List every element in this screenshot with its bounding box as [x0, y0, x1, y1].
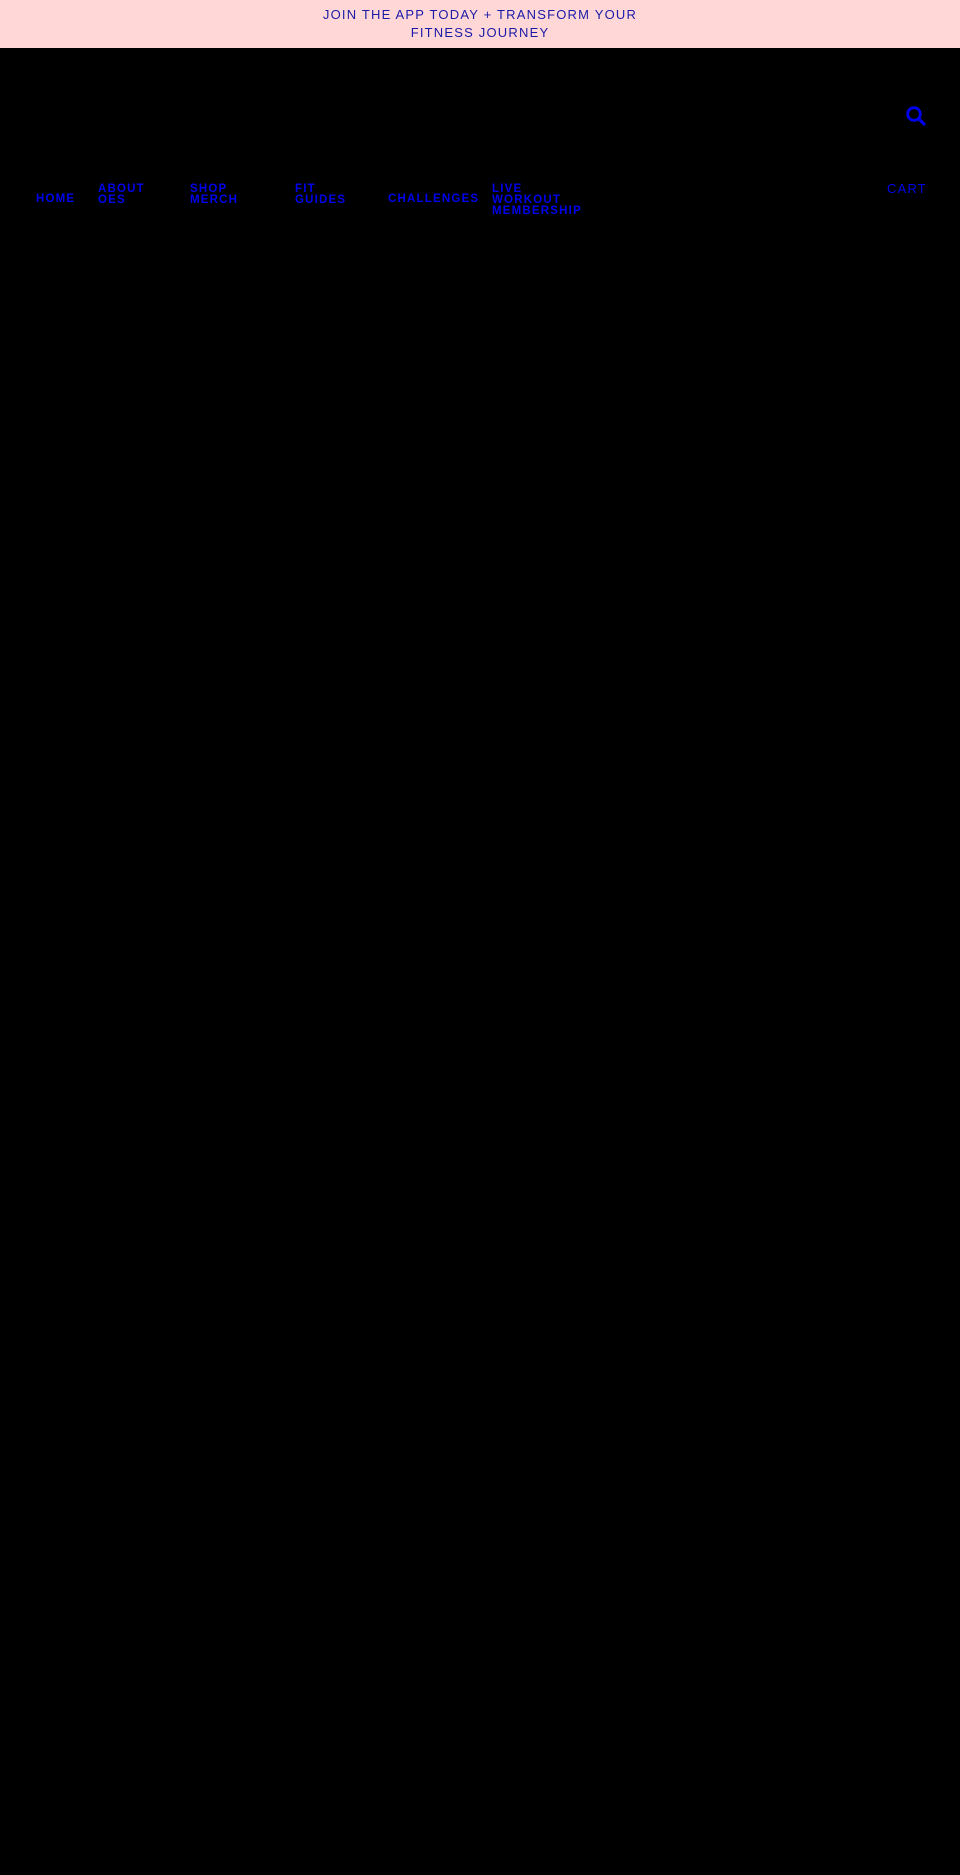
- nav-shop-merch[interactable]: SHOP MERCH: [190, 183, 242, 206]
- site-header: HOME ABOUT OES SHOP MERCH FIT GUIDES CHA…: [0, 48, 960, 228]
- nav-challenges[interactable]: CHALLENGES: [388, 193, 479, 205]
- announcement-link[interactable]: JOIN THE APP TODAY + TRANSFORM YOUR FITN…: [300, 6, 660, 42]
- nav-live-workout-membership[interactable]: LIVE WORKOUT MEMBERSHIP: [492, 183, 592, 217]
- nav-fit-guides[interactable]: FIT GUIDES: [295, 183, 347, 206]
- nav-about-oes[interactable]: ABOUT OES: [98, 183, 150, 206]
- announcement-bar: JOIN THE APP TODAY + TRANSFORM YOUR FITN…: [0, 0, 960, 48]
- cart-link[interactable]: CART: [887, 181, 927, 196]
- main-nav: HOME ABOUT OES SHOP MERCH FIT GUIDES CHA…: [0, 48, 960, 228]
- nav-home[interactable]: HOME: [36, 193, 75, 205]
- main-content: [0, 228, 960, 1875]
